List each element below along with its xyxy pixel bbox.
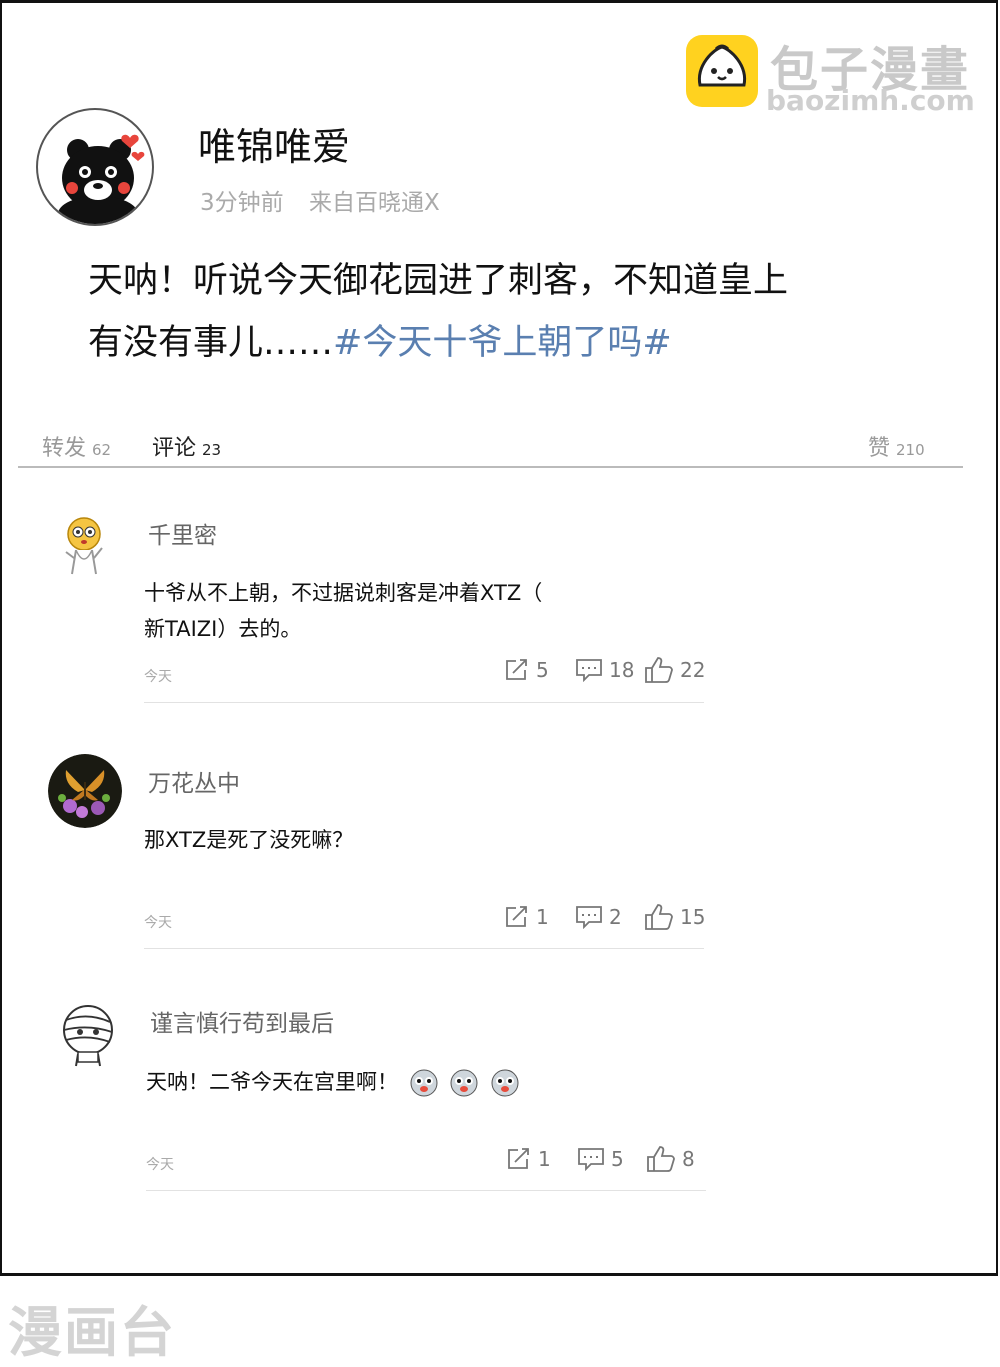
- baozi-logo-icon: [686, 35, 758, 107]
- comment-time: 今天: [144, 915, 172, 931]
- post-body-line: 天呐！听说今天御花园进了刺客，不知道皇上: [88, 261, 789, 301]
- bottom-watermark: 漫画台: [8, 1301, 176, 1364]
- like-count: 22: [680, 658, 706, 682]
- comment-divider: [144, 948, 704, 949]
- share-count: 1: [538, 1147, 551, 1171]
- husky-emoji-icon: [410, 1069, 438, 1097]
- share-button[interactable]: 1: [504, 905, 549, 929]
- comment-divider: [144, 702, 704, 703]
- comment-text: 十爷从不上朝，不过据说刺客是冲着XTZ（ 新TAIZI）去的。: [144, 575, 614, 647]
- avatar[interactable]: [36, 108, 154, 226]
- hashtag-link[interactable]: #今天十爷上朝了吗#: [333, 323, 672, 363]
- commenter-name[interactable]: 万花丛中: [148, 764, 240, 798]
- like-count: 8: [682, 1147, 695, 1171]
- like-button[interactable]: 8: [646, 1145, 695, 1173]
- post-tabs: 转发 62 评论 23 赞 210: [18, 430, 963, 468]
- comment-text: 天呐！二爷今天在宫里啊！: [146, 1064, 616, 1100]
- commenter-avatar[interactable]: [48, 754, 122, 828]
- post-time: 3分钟前: [200, 190, 284, 216]
- tab-repost-count: 62: [92, 441, 112, 459]
- share-button[interactable]: 5: [504, 658, 549, 682]
- tab-like-count: 210: [896, 441, 925, 459]
- reply-count: 18: [609, 658, 635, 682]
- reply-button[interactable]: 5: [577, 1147, 624, 1171]
- tab-repost[interactable]: 转发 62: [42, 430, 111, 462]
- comment-text-line: 十爷从不上朝，不过据说刺客是冲着XTZ（: [144, 581, 543, 605]
- thumbs-up-icon: [645, 657, 673, 683]
- husky-emoji-icon: [491, 1069, 519, 1097]
- commenter-name[interactable]: 谨言慎行苟到最后: [150, 1004, 334, 1038]
- post-source: 来自百晓通X: [308, 190, 440, 216]
- comment-time: 今天: [146, 1157, 174, 1173]
- tab-comment-count: 23: [202, 441, 222, 459]
- comment-time: 今天: [144, 669, 172, 685]
- comment-icon: [576, 906, 602, 929]
- thumbs-up-icon: [647, 1146, 675, 1172]
- butterfly-flower-avatar-icon: [48, 754, 122, 828]
- comment-divider: [146, 1190, 706, 1191]
- tab-like[interactable]: 赞 210: [868, 430, 925, 462]
- share-button[interactable]: 1: [506, 1147, 551, 1171]
- comment-text-line: 新TAIZI）去的。: [144, 617, 302, 641]
- like-count: 15: [680, 905, 706, 929]
- comment-text-line: 天呐！二爷今天在宫里啊！: [146, 1070, 398, 1094]
- commenter-avatar[interactable]: [48, 508, 122, 582]
- share-count: 1: [536, 905, 549, 929]
- like-button[interactable]: 15: [644, 903, 705, 931]
- post-body-line: 有没有事儿……#今天十爷上朝了吗#: [88, 312, 908, 374]
- commenter-name[interactable]: 千里密: [148, 516, 217, 550]
- reply-count: 2: [609, 905, 622, 929]
- post-body-text: 有没有事儿……: [88, 323, 334, 363]
- tab-comment-label: 评论: [152, 436, 197, 461]
- reply-count: 5: [611, 1147, 624, 1171]
- comment-icon: [578, 1148, 604, 1171]
- comment-text: 那XTZ是死了没死嘛？: [144, 822, 614, 858]
- thumbs-up-icon: [645, 904, 673, 930]
- tab-repost-label: 转发: [42, 436, 87, 461]
- emoji-person-avatar-icon: [65, 517, 103, 575]
- share-icon: [508, 1148, 529, 1169]
- like-button[interactable]: 22: [644, 656, 705, 684]
- tab-comment[interactable]: 评论 23: [152, 430, 221, 462]
- mummy-avatar-icon: [63, 1005, 113, 1067]
- comment-text-line: 那XTZ是死了没死嘛？: [144, 828, 354, 852]
- tab-like-label: 赞: [868, 436, 891, 461]
- post-body: 天呐！听说今天御花园进了刺客，不知道皇上 有没有事儿……#今天十爷上朝了吗#: [88, 250, 908, 374]
- bear-avatar-icon: [58, 134, 145, 224]
- comment-icon: [576, 659, 602, 682]
- post-meta: 3分钟前 来自百晓通X: [200, 183, 458, 217]
- husky-emoji-icon: [450, 1069, 478, 1097]
- share-icon: [506, 659, 527, 680]
- share-count: 5: [536, 658, 549, 682]
- watermark-url: baozimh.com: [766, 84, 975, 117]
- share-icon: [506, 906, 527, 927]
- reply-button[interactable]: 18: [575, 658, 634, 682]
- reply-button[interactable]: 2: [575, 905, 622, 929]
- post-username[interactable]: 唯锦唯爱: [198, 116, 350, 171]
- commenter-avatar[interactable]: [54, 998, 128, 1072]
